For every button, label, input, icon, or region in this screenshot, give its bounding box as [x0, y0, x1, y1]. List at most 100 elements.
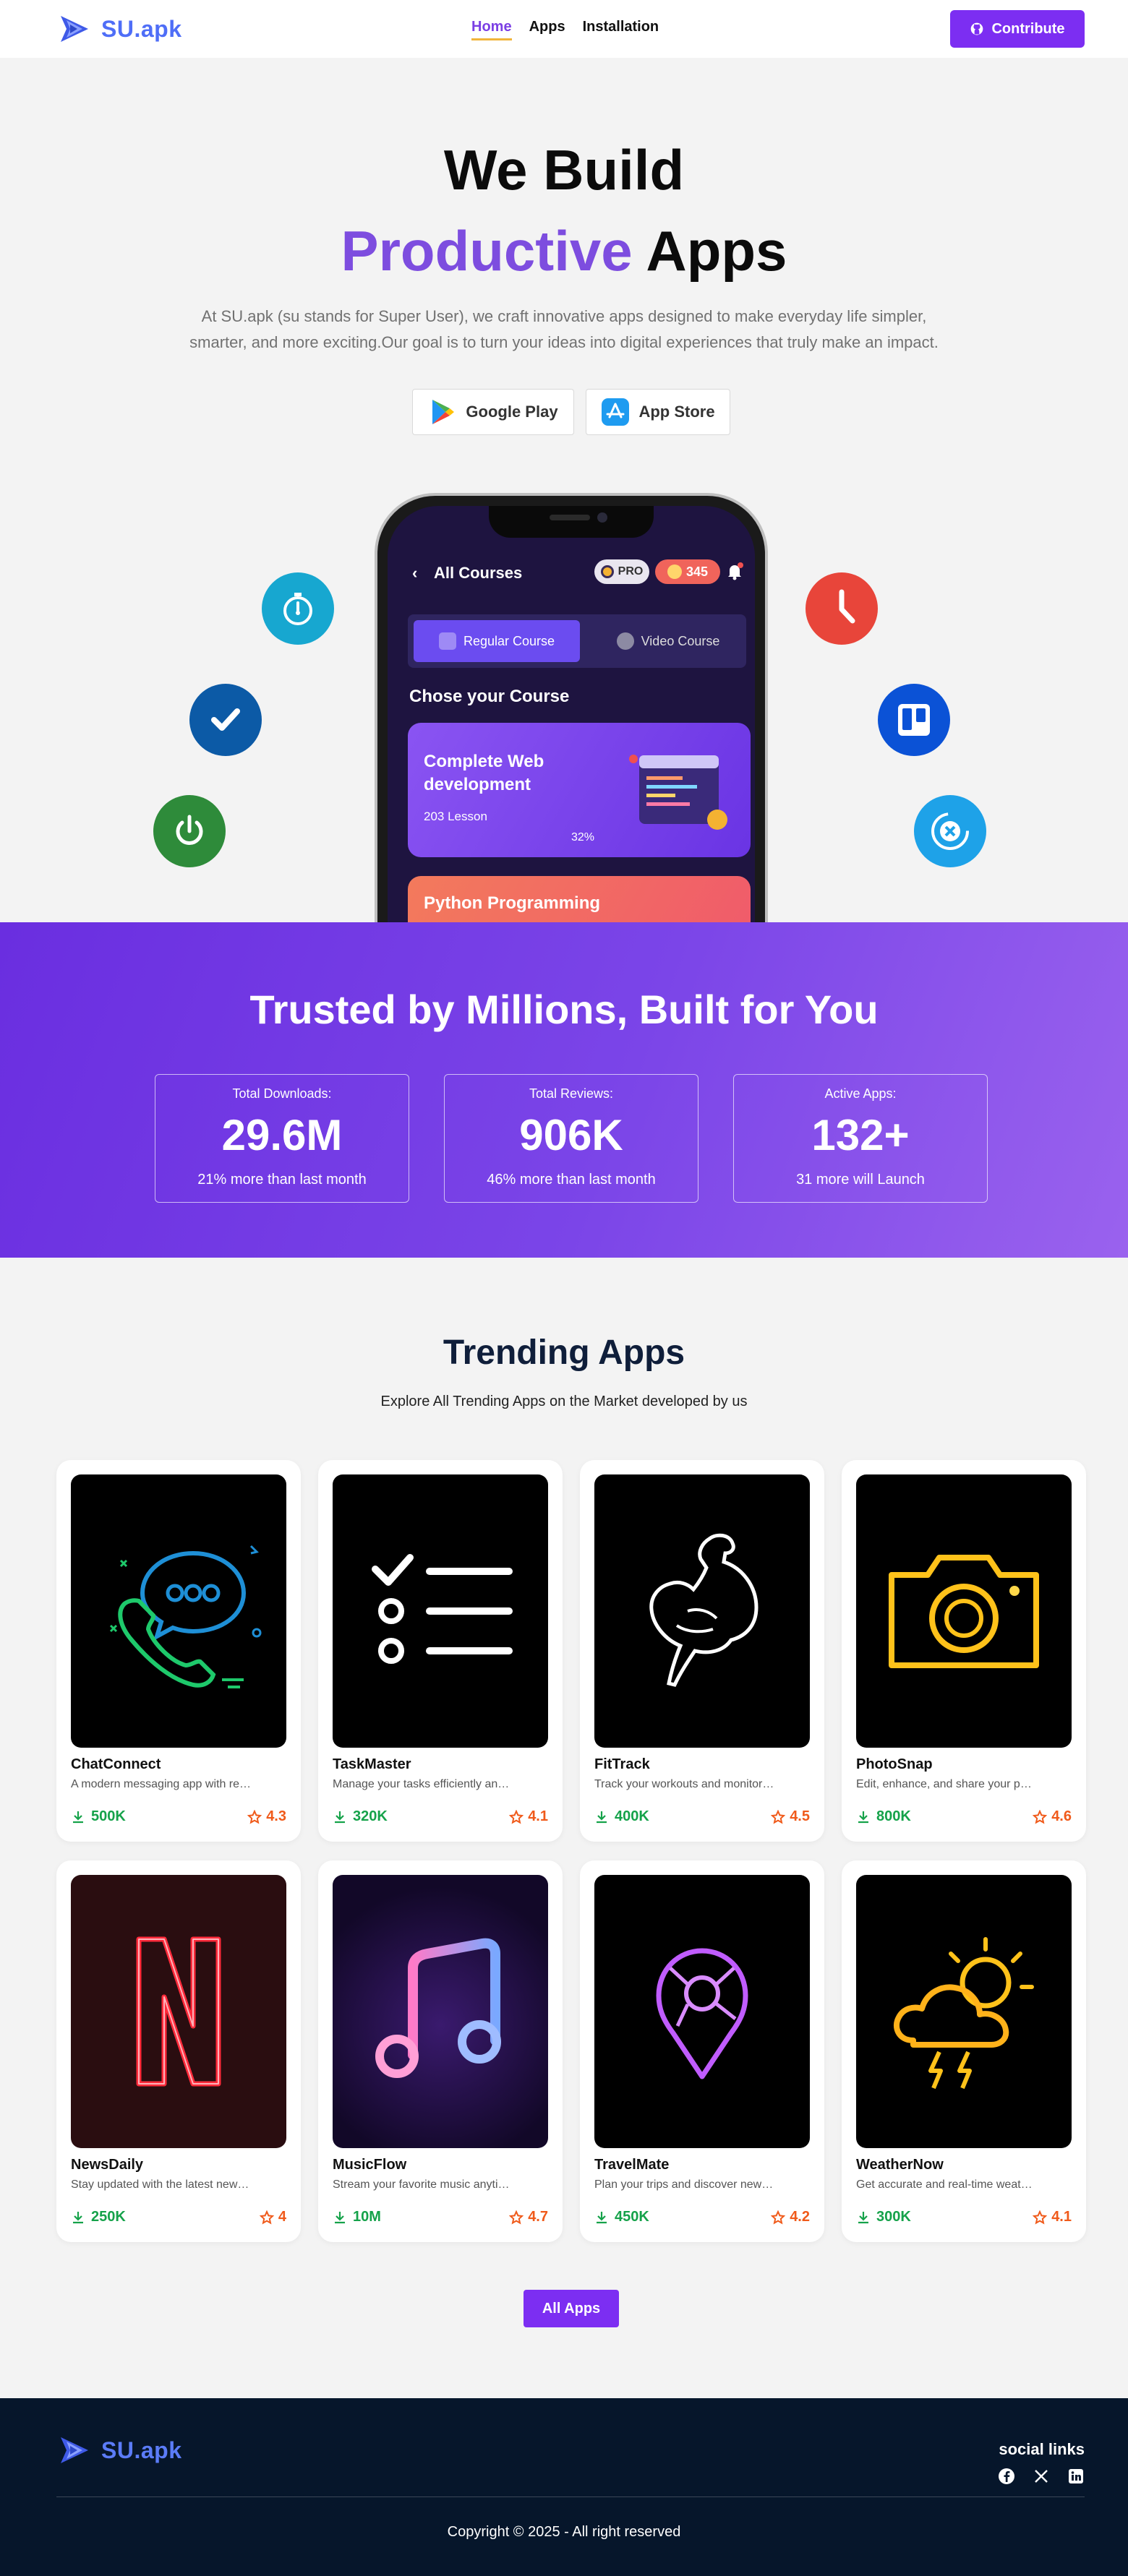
all-apps-button[interactable]: All Apps: [524, 2290, 619, 2327]
download-count: 250K: [71, 2209, 126, 2225]
star-icon: [247, 1809, 262, 1824]
stat-note: 31 more will Launch: [796, 1172, 925, 1188]
rating-value: 4.2: [790, 2209, 810, 2225]
course-progress: 32%: [571, 831, 595, 843]
chat-phone-icon: [109, 1545, 262, 1688]
stat-note: 46% more than last month: [487, 1172, 656, 1188]
download-icon: [73, 1811, 83, 1823]
code-window-illustration: [629, 755, 727, 830]
download-value: 320K: [353, 1808, 388, 1824]
pro-label: PRO: [618, 565, 644, 578]
app-card-taskmaster[interactable]: TaskMaster Manage your tasks efficiently…: [318, 1460, 563, 1842]
course-card-web: Complete Web development 203 Lesson 32%: [408, 723, 751, 857]
star-icon: [509, 2210, 524, 2224]
course-lessons: 203 Lesson: [424, 810, 487, 823]
rating-value: 4.1: [528, 1808, 548, 1824]
google-play-label: Google Play: [466, 403, 558, 421]
download-count: 300K: [856, 2209, 911, 2225]
download-icon: [73, 2211, 83, 2223]
map-pin-icon: [656, 1948, 748, 2079]
brand-logo[interactable]: SU.apk: [56, 12, 181, 46]
app-card-newsdaily[interactable]: NewsDaily Stay updated with the latest n…: [56, 1860, 301, 2242]
download-count: 450K: [594, 2209, 649, 2225]
google-play-icon: [432, 400, 455, 424]
download-value: 250K: [91, 2209, 126, 2225]
rating: 4.6: [1033, 1808, 1072, 1825]
tab-video-label: Video Course: [641, 633, 720, 648]
power-icon: [153, 795, 226, 867]
phone-mockup: ‹ All Courses PRO 345 Regular Course Vid…: [375, 493, 768, 922]
course-title: Python Programming: [424, 893, 601, 913]
app-description: Plan your trips and discover new destina…: [594, 2178, 775, 2191]
brand-name: SU.apk: [101, 15, 182, 42]
linkedin-icon[interactable]: [1067, 2468, 1085, 2485]
app-thumbnail: [333, 1474, 548, 1748]
phone-notch: [489, 506, 654, 538]
rating-value: 4.3: [266, 1808, 286, 1824]
hero-title-line1: We Build: [443, 138, 685, 202]
stat-note: 21% more than last month: [197, 1172, 367, 1188]
hero-title-accent: Productive: [341, 219, 633, 283]
hero-section: We Build Productive Apps At SU.apk (su s…: [0, 58, 1128, 922]
contribute-label: Contribute: [991, 20, 1065, 37]
top-navbar: SU.apk Home Apps Installation Contribute: [0, 0, 1128, 58]
app-description: Track your workouts and monitor your pro…: [594, 1778, 775, 1790]
app-description: Stay updated with the latest news every …: [71, 2178, 252, 2191]
app-name: PhotoSnap: [856, 1756, 933, 1772]
rating: 4.3: [247, 1808, 286, 1825]
bell-icon: [728, 562, 743, 580]
trello-icon: [878, 684, 950, 756]
app-store-label: App Store: [638, 403, 715, 421]
store-buttons: Google Play App Store: [412, 389, 730, 435]
app-card-photosnap[interactable]: PhotoSnap Edit, enhance, and share your …: [842, 1460, 1086, 1842]
download-icon: [335, 2211, 345, 2223]
rating: 4: [259, 2209, 286, 2225]
app-store-icon: [602, 398, 630, 426]
social-links: [998, 2468, 1085, 2485]
contribute-button[interactable]: Contribute: [950, 10, 1085, 48]
check-icon: [189, 684, 262, 756]
stat-card-reviews: Total Reviews: 906K 46% more than last m…: [444, 1074, 698, 1203]
nav-link-home[interactable]: Home: [471, 19, 512, 40]
rating: 4.1: [1033, 2209, 1072, 2225]
app-card-chatconnect[interactable]: ChatConnect A modern messaging app with …: [56, 1460, 301, 1842]
coin-count: 345: [685, 564, 709, 579]
app-description: Edit, enhance, and share your photos ins…: [856, 1778, 1037, 1790]
app-name: TravelMate: [594, 2157, 670, 2173]
pro-badge: PRO: [594, 559, 649, 584]
stat-value: 906K: [519, 1111, 623, 1159]
app-name: ChatConnect: [71, 1756, 161, 1772]
app-card-travelmate[interactable]: TravelMate Plan your trips and discover …: [580, 1860, 824, 2242]
app-description: A modern messaging app with real-time ch…: [71, 1778, 252, 1790]
x-icon[interactable]: [1033, 2468, 1050, 2485]
nav-link-installation[interactable]: Installation: [583, 19, 659, 40]
app-description: Get accurate and real-time weather forec…: [856, 2178, 1037, 2191]
nav-link-apps[interactable]: Apps: [529, 19, 565, 40]
footer-divider: [56, 2496, 1085, 2497]
app-store-button[interactable]: App Store: [586, 389, 730, 435]
app-description: Manage your tasks efficiently and stay o…: [333, 1778, 513, 1790]
app-card-musicflow[interactable]: MusicFlow Stream your favorite music any…: [318, 1860, 563, 2242]
footer-logo[interactable]: SU.apk: [56, 2433, 181, 2468]
screen-title: All Courses: [434, 564, 523, 582]
download-value: 300K: [876, 2209, 911, 2225]
app-card-fittrack[interactable]: FitTrack Track your workouts and monitor…: [580, 1460, 824, 1842]
rating-value: 4: [278, 2209, 286, 2225]
play-icon: [616, 632, 634, 650]
stat-label: Active Apps:: [824, 1086, 897, 1101]
download-icon: [597, 2211, 607, 2223]
trending-subtitle: Explore All Trending Apps on the Market …: [380, 1394, 748, 1409]
google-play-button[interactable]: Google Play: [412, 389, 574, 435]
app-thumbnail: [856, 1474, 1072, 1748]
facebook-icon[interactable]: [998, 2468, 1015, 2485]
star-icon: [1033, 2210, 1048, 2224]
hero-title-line2: Productive Apps: [0, 218, 1128, 284]
rating: 4.7: [509, 2209, 548, 2225]
app-card-weathernow[interactable]: WeatherNow Get accurate and real-time we…: [842, 1860, 1086, 2242]
app-name: WeatherNow: [856, 2157, 944, 2173]
nav-links: Home Apps Installation: [471, 19, 659, 40]
hero-description: At SU.apk (su stands for Super User), we…: [189, 307, 939, 351]
download-count: 400K: [594, 1808, 649, 1825]
stopwatch-icon: [262, 572, 334, 645]
tab-regular-label: Regular Course: [463, 633, 555, 648]
